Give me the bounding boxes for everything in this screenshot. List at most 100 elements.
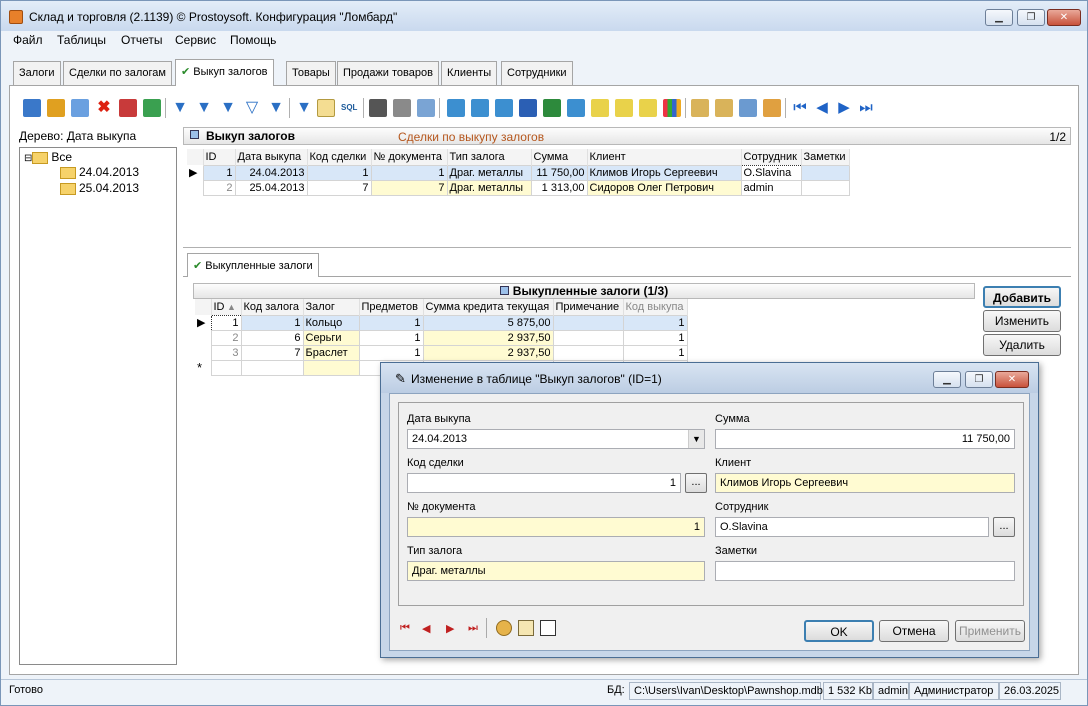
col-header[interactable]: Предметов (359, 299, 424, 315)
export-html-icon[interactable] (471, 99, 489, 117)
table-row[interactable]: ▶ 1 24.04.2013 1 1 Драг. металлы 11 750,… (187, 164, 850, 181)
sql-icon[interactable]: SQL (341, 99, 359, 117)
tree-root[interactable]: ⊟ Все (24, 150, 72, 164)
col-header[interactable]: Сумма (531, 149, 588, 165)
tab-goods[interactable]: Товары (286, 61, 336, 85)
sort-desc-icon[interactable] (715, 99, 733, 117)
settings-icon[interactable] (763, 99, 781, 117)
menu-reports[interactable]: Отчеты (121, 33, 162, 47)
collapse-icon[interactable]: ⊟ (24, 153, 32, 164)
find-icon[interactable] (369, 99, 387, 117)
edit-icon[interactable] (47, 99, 65, 117)
export-word-icon[interactable] (519, 99, 537, 117)
col-header[interactable]: Клиент (587, 149, 742, 165)
col-header[interactable]: Код выкупа (623, 299, 688, 315)
doc-field[interactable]: 1 (407, 517, 705, 537)
table-row[interactable]: 2 25.04.2013 7 7 Драг. металлы 1 313,00 … (187, 179, 850, 196)
col-header[interactable]: № документа (371, 149, 448, 165)
chart-icon[interactable] (663, 99, 681, 117)
next-record-icon[interactable]: ▶ (446, 622, 454, 635)
tab-goods-sales[interactable]: Продажи товаров (337, 61, 439, 85)
ok-button[interactable]: OK (804, 620, 874, 642)
employee-field[interactable]: O.Slavina (715, 517, 989, 537)
client-field[interactable]: Климов Игорь Сергеевич (715, 473, 1015, 493)
col-header[interactable]: Примечание (553, 299, 624, 315)
deal-lookup-button[interactable]: ... (685, 473, 707, 493)
filter-settings-icon[interactable]: ▽ (243, 99, 261, 117)
export-rtf-icon[interactable] (591, 99, 609, 117)
delete-icon[interactable]: ✖ (95, 99, 113, 117)
type-field[interactable]: Драг. металлы (407, 561, 705, 581)
add-record-icon[interactable] (23, 99, 41, 117)
table-row[interactable]: 3 7 Браслет 1 2 937,50 1 (195, 344, 688, 361)
first-record-icon[interactable]: ⏮ (791, 99, 809, 117)
close-button[interactable]: ✕ (1047, 9, 1081, 26)
print-icon[interactable] (393, 99, 411, 117)
delete-button[interactable]: Удалить (983, 334, 1061, 356)
deal-field[interactable]: 1 (407, 473, 681, 493)
last-record-icon[interactable]: ⏭ (857, 99, 875, 117)
date-select[interactable]: 24.04.2013 ▼ (407, 429, 705, 449)
menu-file[interactable]: Файл (13, 33, 43, 47)
filter-remove-icon[interactable]: ▼ (195, 99, 213, 117)
minimize-button[interactable]: ▁ (985, 9, 1013, 26)
tab-clients[interactable]: Клиенты (441, 61, 498, 85)
edit-button[interactable]: Изменить (983, 310, 1061, 332)
col-header[interactable]: Сотрудник (741, 149, 802, 165)
export-csv-icon[interactable] (567, 99, 585, 117)
splitter[interactable] (183, 247, 1071, 248)
apply-button[interactable]: Применить (955, 620, 1025, 642)
tab-redemption[interactable]: ✔ Выкуп залогов (175, 59, 274, 86)
properties-icon[interactable] (518, 620, 534, 636)
tree-node[interactable]: 24.04.2013 (60, 165, 139, 179)
columns-icon[interactable] (739, 99, 757, 117)
copy-icon[interactable] (71, 99, 89, 117)
tab-pledge-deals[interactable]: Сделки по залогам (63, 61, 172, 85)
filter-tree-icon[interactable]: ▼ (295, 99, 313, 117)
last-record-icon[interactable]: ⏭ (468, 622, 478, 635)
delete-all-icon[interactable] (119, 99, 137, 117)
add-button[interactable]: Добавить (983, 286, 1061, 308)
prev-record-icon[interactable]: ◀ (813, 99, 831, 117)
export-txt-icon[interactable] (615, 99, 633, 117)
notes-icon[interactable] (540, 620, 556, 636)
col-header[interactable]: ID ▲ (211, 299, 242, 315)
dialog-restore-button[interactable]: ❐ (965, 371, 993, 388)
employee-lookup-button[interactable]: ... (993, 517, 1015, 537)
tree-node[interactable]: 25.04.2013 (60, 181, 139, 195)
menu-service[interactable]: Сервис (175, 33, 216, 47)
col-header[interactable]: Заметки (801, 149, 850, 165)
col-header[interactable]: Залог (303, 299, 360, 315)
print-preview-icon[interactable] (417, 99, 435, 117)
menu-help[interactable]: Помощь (230, 33, 276, 47)
dialog-minimize-button[interactable]: ▁ (933, 371, 961, 388)
refresh-icon[interactable] (143, 99, 161, 117)
export-icon[interactable] (447, 99, 465, 117)
tab-employees[interactable]: Сотрудники (501, 61, 573, 85)
dialog-close-button[interactable]: ✕ (995, 371, 1029, 388)
col-header[interactable]: Сумма кредита текущая (423, 299, 554, 315)
sum-field[interactable]: 11 750,00 (715, 429, 1015, 449)
sort-asc-icon[interactable] (691, 99, 709, 117)
cancel-button[interactable]: Отмена (879, 620, 949, 642)
table-row[interactable]: 2 6 Серьги 1 2 937,50 1 (195, 329, 688, 346)
wizard-icon[interactable] (496, 620, 512, 636)
col-header[interactable]: Тип залога (447, 149, 532, 165)
export-dbf-icon[interactable] (639, 99, 657, 117)
col-header[interactable]: ID (203, 149, 236, 165)
col-header[interactable]: Дата выкупа (235, 149, 308, 165)
chevron-down-icon[interactable]: ▼ (688, 430, 704, 448)
notes-field[interactable] (715, 561, 1015, 581)
next-record-icon[interactable]: ▶ (835, 99, 853, 117)
filter-edit-icon[interactable]: ▼ (267, 99, 285, 117)
col-header[interactable]: Код залога (241, 299, 304, 315)
restore-button[interactable]: ❐ (1017, 9, 1045, 26)
filter-icon[interactable]: ▼ (171, 99, 189, 117)
menu-tables[interactable]: Таблицы (57, 33, 106, 47)
export-xml-icon[interactable] (495, 99, 513, 117)
first-record-icon[interactable]: ⏮ (400, 622, 410, 635)
tree-view-icon[interactable] (317, 99, 335, 117)
col-header[interactable]: Код сделки (307, 149, 372, 165)
tab-redeemed-pledges[interactable]: ✔ Выкупленные залоги (187, 253, 319, 277)
filter-clear-icon[interactable]: ▼ (219, 99, 237, 117)
